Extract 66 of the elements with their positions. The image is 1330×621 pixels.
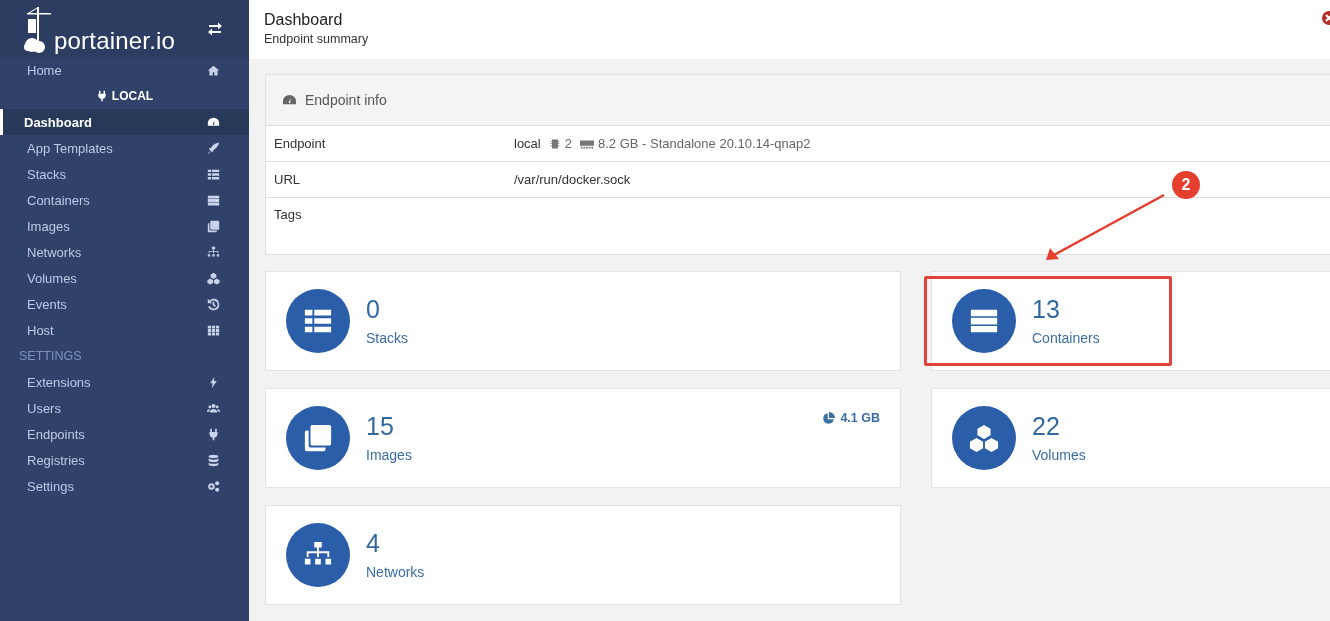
stat-card[interactable]: 0 Stacks bbox=[265, 271, 901, 371]
home-icon bbox=[207, 63, 220, 77]
sidebar-item[interactable]: Users bbox=[0, 395, 249, 421]
grid-icon bbox=[207, 323, 220, 337]
sidebar-item[interactable]: Extensions bbox=[0, 369, 249, 395]
sidebar-item[interactable]: App Templates bbox=[0, 135, 249, 161]
cubes-icon bbox=[207, 271, 220, 285]
page-subtitle: Endpoint summary bbox=[264, 32, 369, 46]
memory-info: 8.2 GB - Standalone 20.10.14-qnap2 bbox=[598, 136, 811, 151]
disk-size: 4.1 GB bbox=[840, 411, 880, 425]
logo-icon bbox=[24, 4, 52, 53]
page-title: Dashboard bbox=[264, 11, 343, 29]
swap-arrows-icon bbox=[207, 20, 223, 37]
info-label: Endpoint bbox=[274, 136, 327, 151]
stat-card[interactable]: 15 Images 4.1 GB bbox=[265, 388, 901, 488]
sidebar-item[interactable]: Endpoints bbox=[0, 421, 249, 447]
sidebar-item[interactable]: Events bbox=[0, 291, 249, 317]
sidebar-item[interactable]: Volumes bbox=[0, 265, 249, 291]
info-value: local bbox=[514, 136, 541, 151]
sidebar-item[interactable]: Networks bbox=[0, 239, 249, 265]
endpoint-label: LOCAL bbox=[111, 89, 154, 103]
stat-label: Networks bbox=[366, 564, 425, 581]
sidebar-item[interactable]: Containers bbox=[0, 187, 249, 213]
gears-icon bbox=[207, 479, 220, 493]
sidebar-item[interactable]: Host bbox=[0, 317, 249, 343]
squares-icon bbox=[207, 219, 220, 233]
gauge-icon bbox=[207, 115, 220, 129]
history-icon bbox=[207, 297, 220, 311]
sidebar-item[interactable]: Settings bbox=[0, 473, 249, 499]
cpu-count: 2 bbox=[564, 136, 572, 151]
server-icon bbox=[207, 193, 220, 207]
sidebar-item[interactable]: Images bbox=[0, 213, 249, 239]
chip-icon bbox=[548, 137, 561, 150]
stat-card[interactable]: 13 Containers bbox=[931, 271, 1330, 371]
info-label: URL bbox=[274, 172, 301, 187]
database-icon bbox=[207, 453, 220, 467]
stat-card[interactable]: 4 Networks bbox=[265, 505, 901, 605]
sidebar-item[interactable]: Dashboard bbox=[0, 109, 249, 135]
plug-icon bbox=[95, 90, 108, 102]
section-heading: SETTINGS bbox=[19, 349, 82, 363]
stat-count: 0 bbox=[366, 295, 381, 324]
stat-count: 15 bbox=[366, 412, 395, 441]
list-icon bbox=[207, 167, 220, 181]
hierarchy-icon bbox=[207, 245, 220, 259]
logo-text: portainer.io bbox=[54, 28, 176, 53]
cubes-icon bbox=[969, 423, 999, 453]
stat-label: Images bbox=[366, 447, 412, 464]
info-value: /var/run/docker.sock bbox=[514, 172, 631, 187]
sidebar-item[interactable]: Home bbox=[0, 57, 249, 83]
stat-card[interactable]: 22 Volumes bbox=[931, 388, 1330, 488]
stat-count: 4 bbox=[366, 529, 381, 558]
stat-label: Stacks bbox=[366, 330, 408, 347]
stat-count: 13 bbox=[1032, 295, 1061, 324]
info-label: Tags bbox=[274, 207, 303, 222]
panel-title: Endpoint info bbox=[305, 92, 387, 108]
squares-icon bbox=[303, 423, 333, 453]
users-icon bbox=[207, 401, 220, 415]
pie-chart-icon bbox=[822, 411, 836, 425]
sidebar-item[interactable]: Registries bbox=[0, 447, 249, 473]
stat-label: Volumes bbox=[1032, 447, 1086, 464]
plug-icon bbox=[207, 427, 220, 441]
rocket-icon bbox=[207, 141, 220, 155]
stat-label: Containers bbox=[1032, 330, 1100, 347]
stat-count: 22 bbox=[1032, 412, 1061, 441]
switch-button[interactable] bbox=[207, 20, 223, 37]
sidebar-item[interactable]: Stacks bbox=[0, 161, 249, 187]
